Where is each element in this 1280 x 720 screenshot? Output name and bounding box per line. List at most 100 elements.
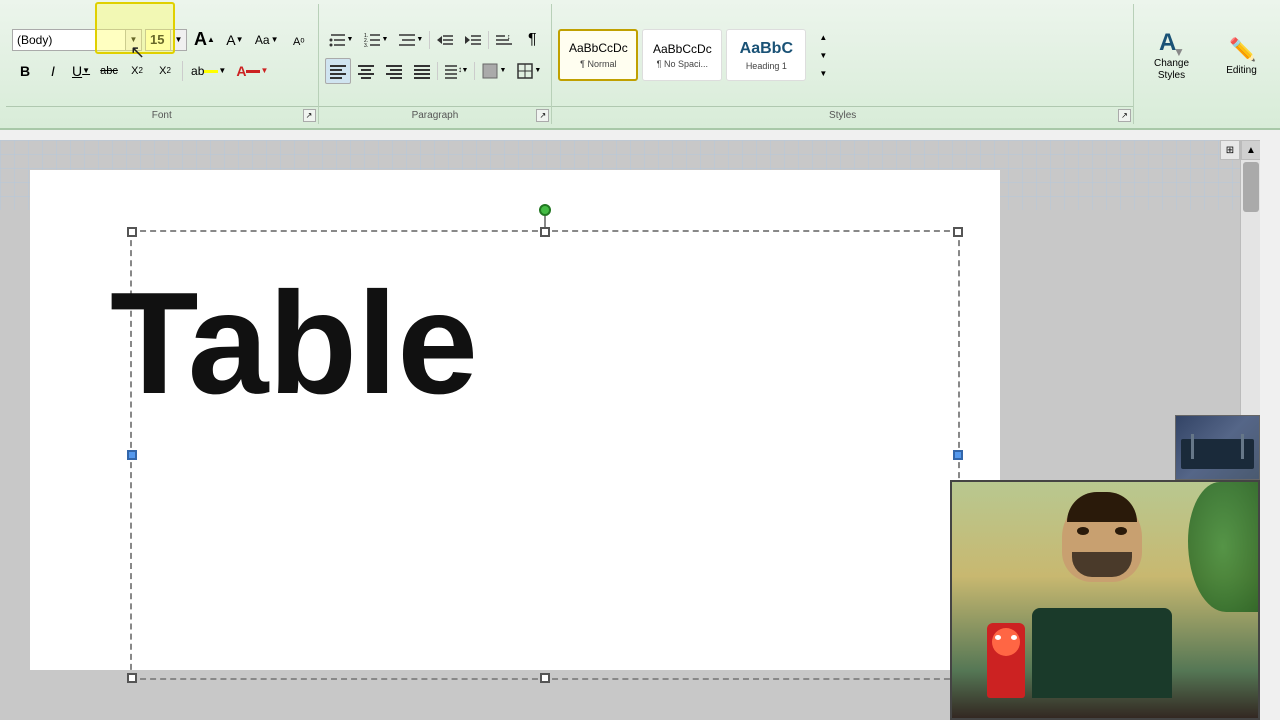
change-styles-btn[interactable]: A ▼ ChangeStyles [1150,24,1193,86]
numbering-btn[interactable]: 1.2.3. ▼ [359,27,392,53]
borders-arrow[interactable]: ▼ [534,67,541,74]
underline-dropdown-arrow[interactable]: ▼ [82,66,90,75]
subscript-btn[interactable]: X2 [124,58,150,84]
paragraph-group: ▼ 1.2.3. ▼ ▼ [319,4,553,124]
style-nospace[interactable]: AaBbCcDc ¶ No Spaci... [642,29,722,81]
styles-scroll: ▲ ▼ ▼ [810,29,836,81]
numbering-arrow[interactable]: ▼ [381,36,388,43]
document-page[interactable]: Table [30,170,1000,670]
decrease-indent-icon [436,31,454,49]
change-styles-label: ChangeStyles [1154,58,1189,82]
align-center-btn[interactable] [353,58,379,84]
increase-indent-icon [464,31,482,49]
style-nospace-label: ¶ No Spaci... [647,59,717,69]
webcam-toy-elmo [987,623,1025,698]
align-center-icon [357,62,375,80]
handle-bc[interactable] [540,673,550,683]
font-size-box[interactable]: 15 ▼ [145,29,187,51]
styles-scroll-down[interactable]: ▼ [810,47,836,63]
styles-group-expand[interactable]: ↗ [1118,109,1131,122]
handle-tc[interactable] [540,227,550,237]
superscript-btn[interactable]: X2 [152,58,178,84]
clear-format-icon: Aᵒ [291,32,307,48]
scroll-thumb[interactable] [1243,162,1259,212]
align-left-btn[interactable] [325,58,351,84]
numbering-icon: 1.2.3. [363,31,381,49]
styles-more-btn[interactable]: ▼ [810,65,836,81]
font-group-expand[interactable]: ↗ [303,109,316,122]
svg-text:↕: ↕ [507,34,511,41]
italic-btn[interactable]: I [40,58,66,84]
handle-tr[interactable] [953,227,963,237]
increase-indent-btn[interactable] [460,27,486,53]
sort-btn[interactable]: ↕ [491,27,517,53]
style-normal-label: ¶ Normal [564,59,632,69]
style-heading1[interactable]: AaBbC Heading 1 [726,29,806,81]
line-spacing-icon: ↕ [444,62,462,80]
styles-group-label: Styles [829,110,856,121]
para-sep2 [488,31,489,49]
change-styles-icon: A ▼ [1157,28,1187,58]
borders-btn[interactable]: ▼ [512,58,545,84]
font-size-dropdown[interactable]: ▼ [170,30,186,50]
webcam-eye-right [1115,527,1127,535]
decrease-indent-btn[interactable] [432,27,458,53]
handle-mr[interactable] [953,450,963,460]
paragraph-group-expand[interactable]: ↗ [536,109,549,122]
styles-group-label-bar: Styles ↗ [552,106,1133,124]
clear-format-btn[interactable]: Aᵒ [286,27,312,53]
change-case-btn[interactable]: Aa▼ [251,27,283,53]
bullets-btn[interactable]: ▼ [325,27,358,53]
handle-ml[interactable] [127,450,137,460]
paragraph-group-label-bar: Paragraph ↗ [319,106,552,124]
style-heading1-preview: AaBbC [740,39,793,60]
styles-scroll-up[interactable]: ▲ [810,29,836,45]
editing-label-bar [1209,106,1274,124]
editing-label: Editing [1226,65,1257,76]
highlight-dropdown[interactable]: ▼ [218,66,226,75]
change-styles-label-bar [1134,106,1209,124]
pip-thumbnail-inner [1176,416,1259,479]
pip-tower2 [1241,434,1244,459]
webcam-beard [1072,552,1132,577]
multilevel-arrow[interactable]: ▼ [416,36,423,43]
font-name-dropdown[interactable]: ▼ [125,30,141,50]
scroll-up-btn[interactable]: ▲ [1241,140,1260,160]
font-name-value: (Body) [13,33,125,47]
sort-icon: ↕ [495,31,513,49]
underline-btn[interactable]: U ▼ [68,58,94,84]
editing-btn[interactable]: ✏️ Editing [1222,31,1261,80]
highlight-btn[interactable]: ab ▼ [187,58,230,84]
line-spacing-arrow[interactable]: ▼ [462,67,469,74]
font-color-btn[interactable]: A ▼ [232,58,272,84]
shading-arrow[interactable]: ▼ [499,67,506,74]
justify-btn[interactable] [409,58,435,84]
shrink-font-btn[interactable]: A▼ [222,27,248,53]
font-color-dropdown[interactable]: ▼ [260,66,268,75]
svg-text:3.: 3. [364,43,368,49]
align-right-btn[interactable] [381,58,407,84]
line-spacing-btn[interactable]: ↕ ▼ [440,58,473,84]
grow-font-btn[interactable]: A▲ [190,27,219,53]
pilcrow-btn[interactable]: ¶ [519,27,545,53]
pip-thumbnail [1175,415,1260,480]
svg-text:Aᵒ: Aᵒ [293,36,305,48]
bullets-arrow[interactable]: ▼ [347,36,354,43]
rotation-handle[interactable] [539,204,551,216]
style-nospace-preview: AaBbCcDc [653,41,712,58]
shading-btn[interactable]: ▼ [477,58,510,84]
editing-group: ✏️ Editing [1209,4,1274,124]
multilevel-icon [398,31,416,49]
multilevel-btn[interactable]: ▼ [394,27,427,53]
style-heading1-label: Heading 1 [731,61,801,71]
view-options-btn[interactable]: ⊞ [1220,140,1240,160]
strikethrough-btn[interactable]: abc [96,58,122,84]
document-main-text: Table [110,260,478,427]
handle-bl[interactable] [127,673,137,683]
separator1 [182,61,183,81]
handle-tl[interactable] [127,227,137,237]
style-normal[interactable]: AaBbCcDc ¶ Normal [558,29,638,81]
elmo-eye-r [1011,635,1017,640]
font-name-box[interactable]: (Body) ▼ [12,29,142,51]
bold-btn[interactable]: B [12,58,38,84]
